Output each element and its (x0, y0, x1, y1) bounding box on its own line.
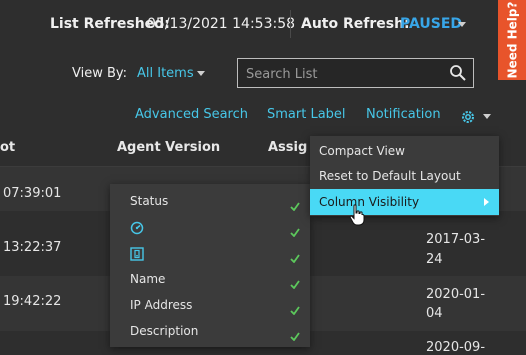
search-input[interactable] (244, 64, 448, 84)
table-cell: 13:22:37 (3, 240, 62, 255)
advanced-search-link[interactable]: Advanced Search (135, 107, 248, 122)
column-toggle-status[interactable]: Status (110, 189, 310, 215)
column-header[interactable]: ot (0, 140, 15, 155)
column-toggle-label: Name (130, 272, 166, 286)
notification-link[interactable]: Notification (366, 107, 441, 122)
column-toggle-label: Description (130, 324, 199, 338)
menu-item-label: Compact View (319, 144, 405, 158)
auto-refresh-label: Auto Refresh: (301, 16, 410, 32)
table-cell: 2017-03- (426, 232, 486, 247)
menu-item-column-visibility[interactable]: Column Visibility (310, 189, 499, 215)
view-by-dropdown[interactable]: All Items (137, 66, 194, 81)
check-icon (290, 222, 300, 241)
menu-item-label: Column Visibility (319, 195, 420, 209)
header-divider (290, 10, 291, 38)
need-help-tab[interactable]: Need Help? (498, 0, 526, 80)
search-icon[interactable] (449, 64, 467, 86)
list-refreshed-value: 05/13/2021 14:53:58 (147, 16, 296, 32)
column-toggle-gauge[interactable] (110, 215, 310, 241)
settings-menu: Compact View Reset to Default Layout Col… (310, 136, 499, 216)
table-cell: 24 (426, 252, 443, 267)
gauge-icon (130, 220, 144, 239)
chevron-down-icon[interactable] (458, 22, 466, 27)
column-toggle-description[interactable]: Description (110, 319, 310, 345)
need-help-label: Need Help? (505, 1, 519, 79)
table-cell: 2020-09- (426, 340, 486, 355)
table-cell: 2020-01- (426, 287, 486, 302)
check-icon (290, 274, 300, 293)
column-toggle-label: IP Address (130, 298, 193, 312)
table-cell: 04 (426, 306, 443, 321)
column-toggle-ip-address[interactable]: IP Address (110, 293, 310, 319)
column-header-agent-version[interactable]: Agent Version (117, 140, 220, 155)
chevron-right-icon (484, 198, 489, 206)
column-toggle-label: Status (130, 194, 169, 208)
hand-cursor-icon (349, 204, 365, 230)
column-visibility-submenu: Status Name IP Address Description (110, 184, 310, 347)
table-cell: 07:39:01 (3, 186, 62, 201)
column-toggle-name[interactable]: Name (110, 267, 310, 293)
check-icon (290, 326, 300, 345)
menu-item-reset-layout[interactable]: Reset to Default Layout (310, 163, 499, 189)
device-icon (130, 246, 144, 265)
column-header[interactable]: Assig (268, 140, 307, 155)
check-icon (290, 300, 300, 319)
smart-label-link[interactable]: Smart Label (267, 107, 346, 122)
chevron-down-icon[interactable] (197, 71, 205, 76)
column-toggle-device[interactable] (110, 241, 310, 267)
view-by-label: View By: (72, 66, 128, 81)
search-box (237, 58, 474, 88)
gear-icon[interactable] (461, 109, 475, 128)
auto-refresh-dropdown[interactable]: PAUSED (400, 16, 462, 32)
check-icon (290, 196, 300, 215)
menu-item-label: Reset to Default Layout (319, 169, 461, 183)
menu-item-compact-view[interactable]: Compact View (310, 138, 499, 164)
chevron-down-icon[interactable] (483, 114, 491, 119)
check-icon (290, 248, 300, 267)
table-cell: 19:42:22 (3, 294, 62, 309)
